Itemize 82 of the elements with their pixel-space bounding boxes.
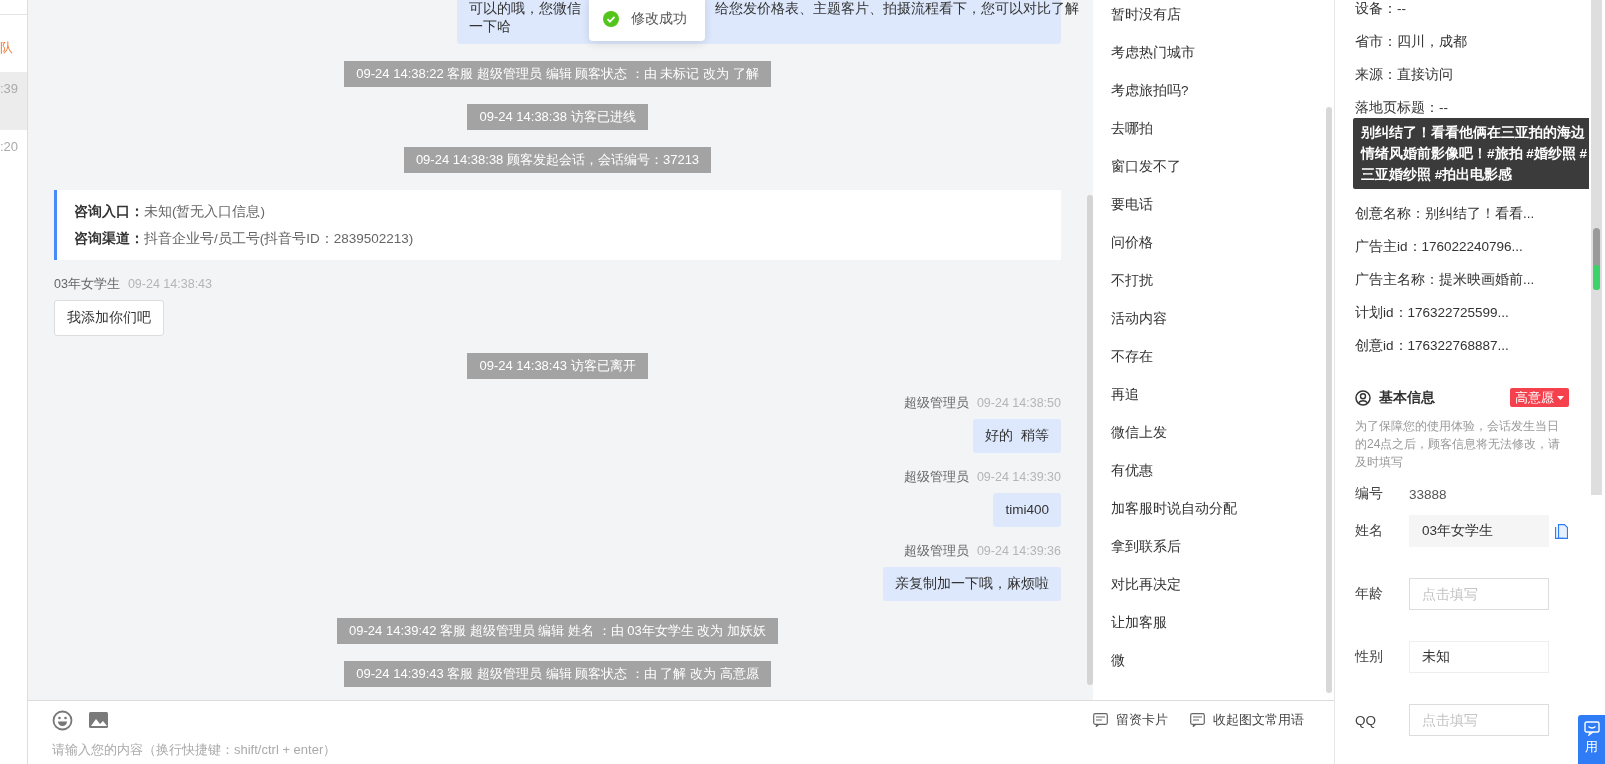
quick-reply-item[interactable]: 让加客服 <box>1111 604 1326 642</box>
chat-icon <box>1583 721 1600 736</box>
field-label: QQ <box>1355 712 1377 728</box>
detail-line: 广告主名称：提米映画婚前... <box>1355 271 1536 289</box>
message-bubble: 我添加你们吧 <box>54 300 164 336</box>
field-value: 33888 <box>1409 486 1447 502</box>
field-label: 性别 <box>1355 648 1384 666</box>
quick-reply-item[interactable]: 去哪拍 <box>1111 110 1326 148</box>
detail-line: 省市：四川，成都 <box>1355 33 1468 51</box>
info-label: 咨询渠道： <box>74 231 144 246</box>
field-label: 姓名 <box>1355 522 1384 540</box>
message-bubble: 好的 稍等 <box>973 419 1061 453</box>
detail-line: 创意id：176322768887... <box>1355 337 1510 355</box>
quick-reply-item[interactable]: 活动内容 <box>1111 300 1326 338</box>
quick-reply-item[interactable]: 考虑旅拍吗? <box>1111 72 1326 110</box>
quick-reply-item[interactable]: 问价格 <box>1111 224 1326 262</box>
system-notice: 09-24 14:38:22 客服 超级管理员 编辑 顾客状态 ：由 未标记 改为 了解 <box>344 61 771 87</box>
field-label: 年龄 <box>1355 585 1384 603</box>
message-bubble: 亲复制加一下哦，麻烦啦 <box>883 567 1061 601</box>
quick-reply-item[interactable]: 拿到联系后 <box>1111 528 1326 566</box>
input-field[interactable]: 点击填写 <box>1409 578 1549 610</box>
copy-icon[interactable] <box>1555 523 1568 539</box>
detail-line: 落地页标题：-- <box>1355 99 1449 117</box>
select-field[interactable]: 未知 <box>1409 641 1549 673</box>
quick-reply-item[interactable]: 不打扰 <box>1111 262 1326 300</box>
sender-name: 超级管理员 <box>903 469 969 485</box>
system-notice: 09-24 14:39:43 客服 超级管理员 编辑 顾客状态 ：由 了解 改为 高意愿 <box>344 661 771 687</box>
quick-reply-item[interactable]: 加客服时说自动分配 <box>1111 490 1326 528</box>
message-icon <box>1093 713 1108 727</box>
sender-name: 超级管理员 <box>903 395 969 411</box>
info-label: 咨询入口： <box>74 204 144 219</box>
quick-reply-item[interactable]: 微 <box>1111 642 1326 680</box>
toolbar-button[interactable]: 收起图文常用语 <box>1190 711 1304 729</box>
message-bubble: timi400 <box>993 493 1061 527</box>
toast-text: 修改成功 <box>631 9 687 28</box>
message-text: 可以的哦，您微信 <box>469 0 581 18</box>
check-icon <box>603 10 619 27</box>
user-icon <box>1355 389 1371 406</box>
emoji-icon <box>52 709 73 731</box>
message-time: 09-24 14:38:43 <box>127 276 212 292</box>
quick-reply-item[interactable]: 窗口发不了 <box>1111 148 1326 186</box>
info-value: 未知(暂无入口信息) <box>144 204 265 219</box>
system-notice: 09-24 14:38:38 顾客发起会话，会话编号：37213 <box>403 147 712 173</box>
message-text: 给您发价格表、主题客片、拍摄流程看下，您可以对比了解 <box>715 0 1079 18</box>
info-value: 抖音企业号/员工号(抖音号ID：2839502213) <box>144 231 414 246</box>
message-time: 09-24 14:38:50 <box>976 395 1061 411</box>
sender-name: 03年女学生 <box>54 276 120 292</box>
message-input[interactable]: 请输入您的内容（换行快捷键：shift/ctrl + enter） <box>52 739 752 759</box>
quick-reply-item[interactable]: 暂时没有店 <box>1111 0 1326 34</box>
message-text: 一下哈 <box>469 18 511 36</box>
detail-line: 来源：直接访问 <box>1355 66 1454 84</box>
quick-reply-item[interactable]: 再追 <box>1111 376 1326 414</box>
system-notice: 09-24 14:38:38 访客已进线 <box>467 104 648 130</box>
scrollbar[interactable] <box>1087 195 1093 685</box>
detail-line: 广告主id：176022240796... <box>1355 238 1524 256</box>
quick-reply-item[interactable]: 有优惠 <box>1111 452 1326 490</box>
system-notice: 09-24 14:39:42 客服 超级管理员 编辑 姓名 ：由 03年女学生 改为 加妖妖 <box>337 618 778 644</box>
quick-reply-item[interactable]: 微信上发 <box>1111 414 1326 452</box>
notice-text: 为了保障您的使用体验，会话发生当日的24点之后，顾客信息将无法修改，请及时填写 <box>1355 418 1562 471</box>
input-field[interactable]: 点击填写 <box>1409 704 1549 736</box>
message-time: 09-24 14:39:30 <box>976 469 1061 485</box>
section-title: 基本信息 <box>1379 388 1435 407</box>
tooltip: 别纠结了！看看他俩在三亚拍的海边情绪风婚前影像吧！#旅拍 #婚纱照 #三亚婚纱照 #拍出电影感 <box>1353 118 1589 189</box>
detail-line: 计划id：176322725599... <box>1355 304 1510 322</box>
sender-name: 超级管理员 <box>903 543 969 559</box>
quick-reply-item[interactable]: 对比再决定 <box>1111 566 1326 604</box>
quick-reply-item[interactable]: 不存在 <box>1111 338 1326 376</box>
quick-reply-item[interactable]: 考虑热门城市 <box>1111 34 1326 72</box>
scrollbar[interactable] <box>1326 107 1332 693</box>
detail-line: 创意名称：别纠结了！看看... <box>1355 205 1536 223</box>
system-notice: 09-24 14:38:43 访客已离开 <box>467 353 648 379</box>
quick-reply-item[interactable]: 要电话 <box>1111 186 1326 224</box>
message-time: 09-24 14:39:36 <box>976 543 1061 559</box>
chat-float-button[interactable]: 用 <box>1578 715 1605 764</box>
toolbar-button[interactable]: 留资卡片 <box>1093 711 1168 729</box>
status-dropdown[interactable]: 高意愿 <box>1510 388 1569 407</box>
caret-icon <box>1557 395 1564 400</box>
text-field[interactable]: 03年女学生 <box>1409 515 1549 547</box>
field-label: 编号 <box>1355 485 1384 503</box>
image-icon <box>88 709 109 731</box>
detail-line: 设备：-- <box>1355 0 1407 18</box>
message-icon <box>1190 713 1205 727</box>
